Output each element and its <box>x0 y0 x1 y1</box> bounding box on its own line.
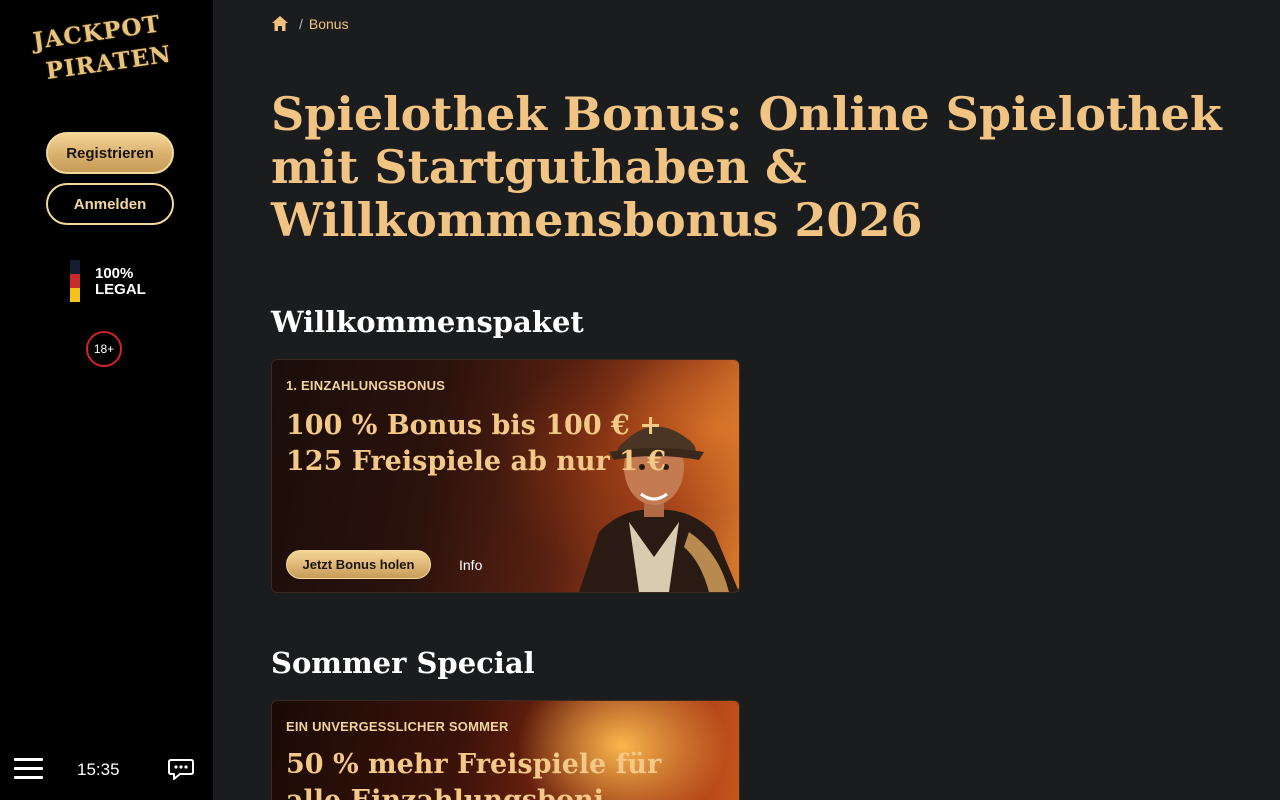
legal-badge: 100% LEGAL <box>70 260 180 304</box>
legal-text: 100% LEGAL <box>95 266 146 298</box>
main-content: / Bonus Spielothek Bonus: Online Spielot… <box>213 0 1280 800</box>
register-button[interactable]: Registrieren <box>46 132 174 174</box>
logo[interactable]: JACKPOT PIRATEN <box>30 10 186 102</box>
page-title: Spielothek Bonus: Online Spielothek mit … <box>271 87 1222 247</box>
breadcrumb-current[interactable]: Bonus <box>309 16 349 32</box>
sidebar-footer: 15:35 <box>0 736 213 800</box>
german-flag-icon <box>70 260 80 302</box>
promo-card-welcome[interactable]: 1. EINZAHLUNGSBONUS 100 % Bonus bis 100 … <box>271 359 740 593</box>
chat-icon[interactable] <box>168 757 194 781</box>
section-title-summer: Sommer Special <box>271 646 535 680</box>
breadcrumb-separator: / <box>299 16 303 32</box>
login-button[interactable]: Anmelden <box>46 183 174 225</box>
home-icon[interactable] <box>271 15 289 33</box>
app-root: JACKPOT PIRATEN Registrieren Anmelden 10… <box>0 0 1280 800</box>
clock: 15:35 <box>77 760 120 779</box>
breadcrumb: / Bonus <box>271 15 349 33</box>
card-kicker: EIN UNVERGESSLICHER SOMMER <box>286 719 509 734</box>
section-title-welcome: Willkommenspaket <box>271 305 584 339</box>
age-restriction-badge: 18+ <box>86 331 122 367</box>
legal-line-1: 100% <box>95 265 134 282</box>
claim-bonus-button[interactable]: Jetzt Bonus holen <box>286 550 431 579</box>
sidebar: JACKPOT PIRATEN Registrieren Anmelden 10… <box>0 0 213 800</box>
card-headline: 100 % Bonus bis 100 € + 125 Freispiele a… <box>286 410 667 477</box>
card-kicker: 1. EINZAHLUNGSBONUS <box>286 378 446 393</box>
card-headline: 50 % mehr Freispiele für alle Einzahlung… <box>286 749 662 800</box>
menu-icon[interactable] <box>14 758 44 780</box>
promo-card-summer[interactable]: EIN UNVERGESSLICHER SOMMER 50 % mehr Fre… <box>271 700 740 800</box>
info-link[interactable]: Info <box>459 557 482 573</box>
legal-line-2: LEGAL <box>95 281 146 298</box>
